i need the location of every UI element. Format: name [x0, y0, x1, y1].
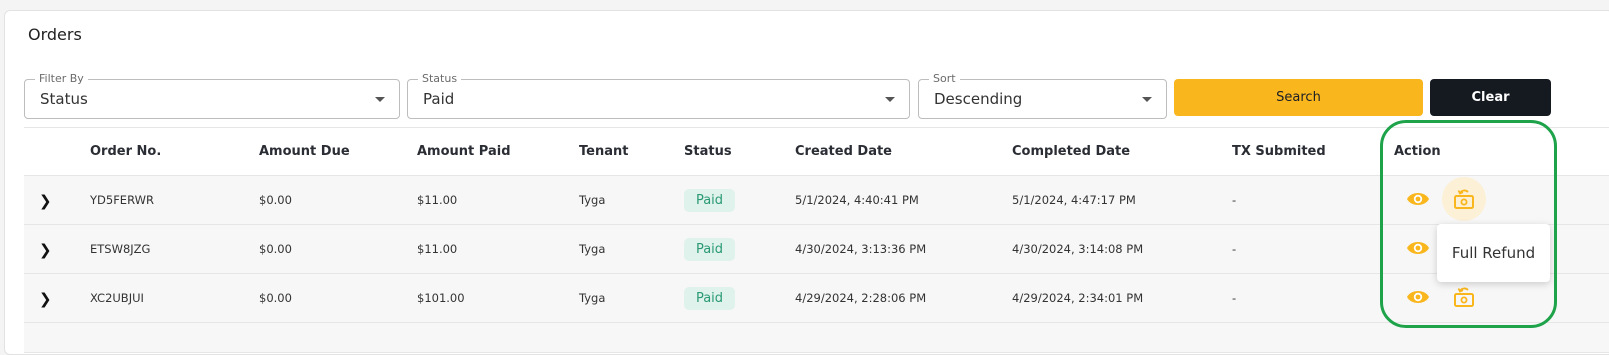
filter-by-value: Status	[40, 90, 88, 108]
header-order-no: Order No.	[90, 144, 162, 159]
sort-value: Descending	[934, 90, 1023, 108]
search-button[interactable]: Search	[1174, 79, 1423, 116]
cell-amount-paid: $11.00	[417, 193, 458, 207]
cell-amount-paid: $11.00	[417, 242, 458, 256]
caret-down-icon	[885, 97, 895, 102]
cell-amount-due: $0.00	[259, 291, 292, 305]
page-title: Orders	[28, 25, 82, 44]
header-amount-due: Amount Due	[259, 144, 350, 159]
filter-by-label: Filter By	[35, 72, 88, 86]
cell-tx-submitted: -	[1232, 193, 1237, 207]
status-badge: Paid	[684, 189, 735, 212]
chevron-right-icon[interactable]: ❯	[39, 290, 52, 308]
filter-by-select[interactable]: Filter By Status	[24, 72, 400, 119]
sort-label: Sort	[929, 72, 960, 86]
header-tx-submitted: TX Submited	[1232, 144, 1326, 159]
cell-order-no: XC2UBJUI	[90, 291, 144, 305]
header-amount-paid: Amount Paid	[417, 144, 511, 159]
header-completed-date: Completed Date	[1012, 144, 1131, 159]
table-row[interactable]: ❯ XC2UBJUI $0.00 $101.00 Tyga Paid 4/29/…	[24, 274, 1609, 323]
cell-tenant: Tyga	[579, 291, 606, 305]
header-status: Status	[684, 144, 732, 159]
cell-order-no: YD5FERWR	[90, 193, 154, 207]
action-column-highlight	[1380, 120, 1557, 328]
cell-tenant: Tyga	[579, 242, 606, 256]
caret-down-icon	[375, 97, 385, 102]
cell-created-date: 5/1/2024, 4:40:41 PM	[795, 193, 919, 207]
table-row[interactable]	[24, 323, 1609, 353]
cell-created-date: 4/29/2024, 2:28:06 PM	[795, 291, 927, 305]
status-badge: Paid	[684, 238, 735, 261]
table-row[interactable]: ❯ YD5FERWR $0.00 $11.00 Tyga Paid 5/1/20…	[24, 176, 1609, 225]
cell-completed-date: 4/29/2024, 2:34:01 PM	[1012, 291, 1144, 305]
chevron-right-icon[interactable]: ❯	[39, 241, 52, 259]
chevron-right-icon[interactable]: ❯	[39, 192, 52, 210]
cell-tenant: Tyga	[579, 193, 606, 207]
cell-amount-due: $0.00	[259, 193, 292, 207]
table-row[interactable]: ❯ ETSW8JZG $0.00 $11.00 Tyga Paid 4/30/2…	[24, 225, 1609, 274]
cell-amount-paid: $101.00	[417, 291, 465, 305]
status-value: Paid	[423, 90, 455, 108]
cell-tx-submitted: -	[1232, 291, 1237, 305]
clear-button[interactable]: Clear	[1430, 79, 1551, 116]
header-created-date: Created Date	[795, 144, 892, 159]
caret-down-icon	[1142, 97, 1152, 102]
table-header: Order No. Amount Due Amount Paid Tenant …	[24, 128, 1609, 176]
cell-amount-due: $0.00	[259, 242, 292, 256]
orders-card: Orders Filter By Status Status Paid Sort…	[4, 10, 1609, 355]
orders-table: Order No. Amount Due Amount Paid Tenant …	[24, 127, 1609, 353]
sort-select[interactable]: Sort Descending	[918, 72, 1167, 119]
header-tenant: Tenant	[579, 144, 629, 159]
cell-completed-date: 4/30/2024, 3:14:08 PM	[1012, 242, 1144, 256]
status-label: Status	[418, 72, 462, 86]
cell-order-no: ETSW8JZG	[90, 242, 151, 256]
status-badge: Paid	[684, 287, 735, 310]
cell-created-date: 4/30/2024, 3:13:36 PM	[795, 242, 927, 256]
cell-completed-date: 5/1/2024, 4:47:17 PM	[1012, 193, 1136, 207]
cell-tx-submitted: -	[1232, 242, 1237, 256]
status-select[interactable]: Status Paid	[407, 72, 910, 119]
